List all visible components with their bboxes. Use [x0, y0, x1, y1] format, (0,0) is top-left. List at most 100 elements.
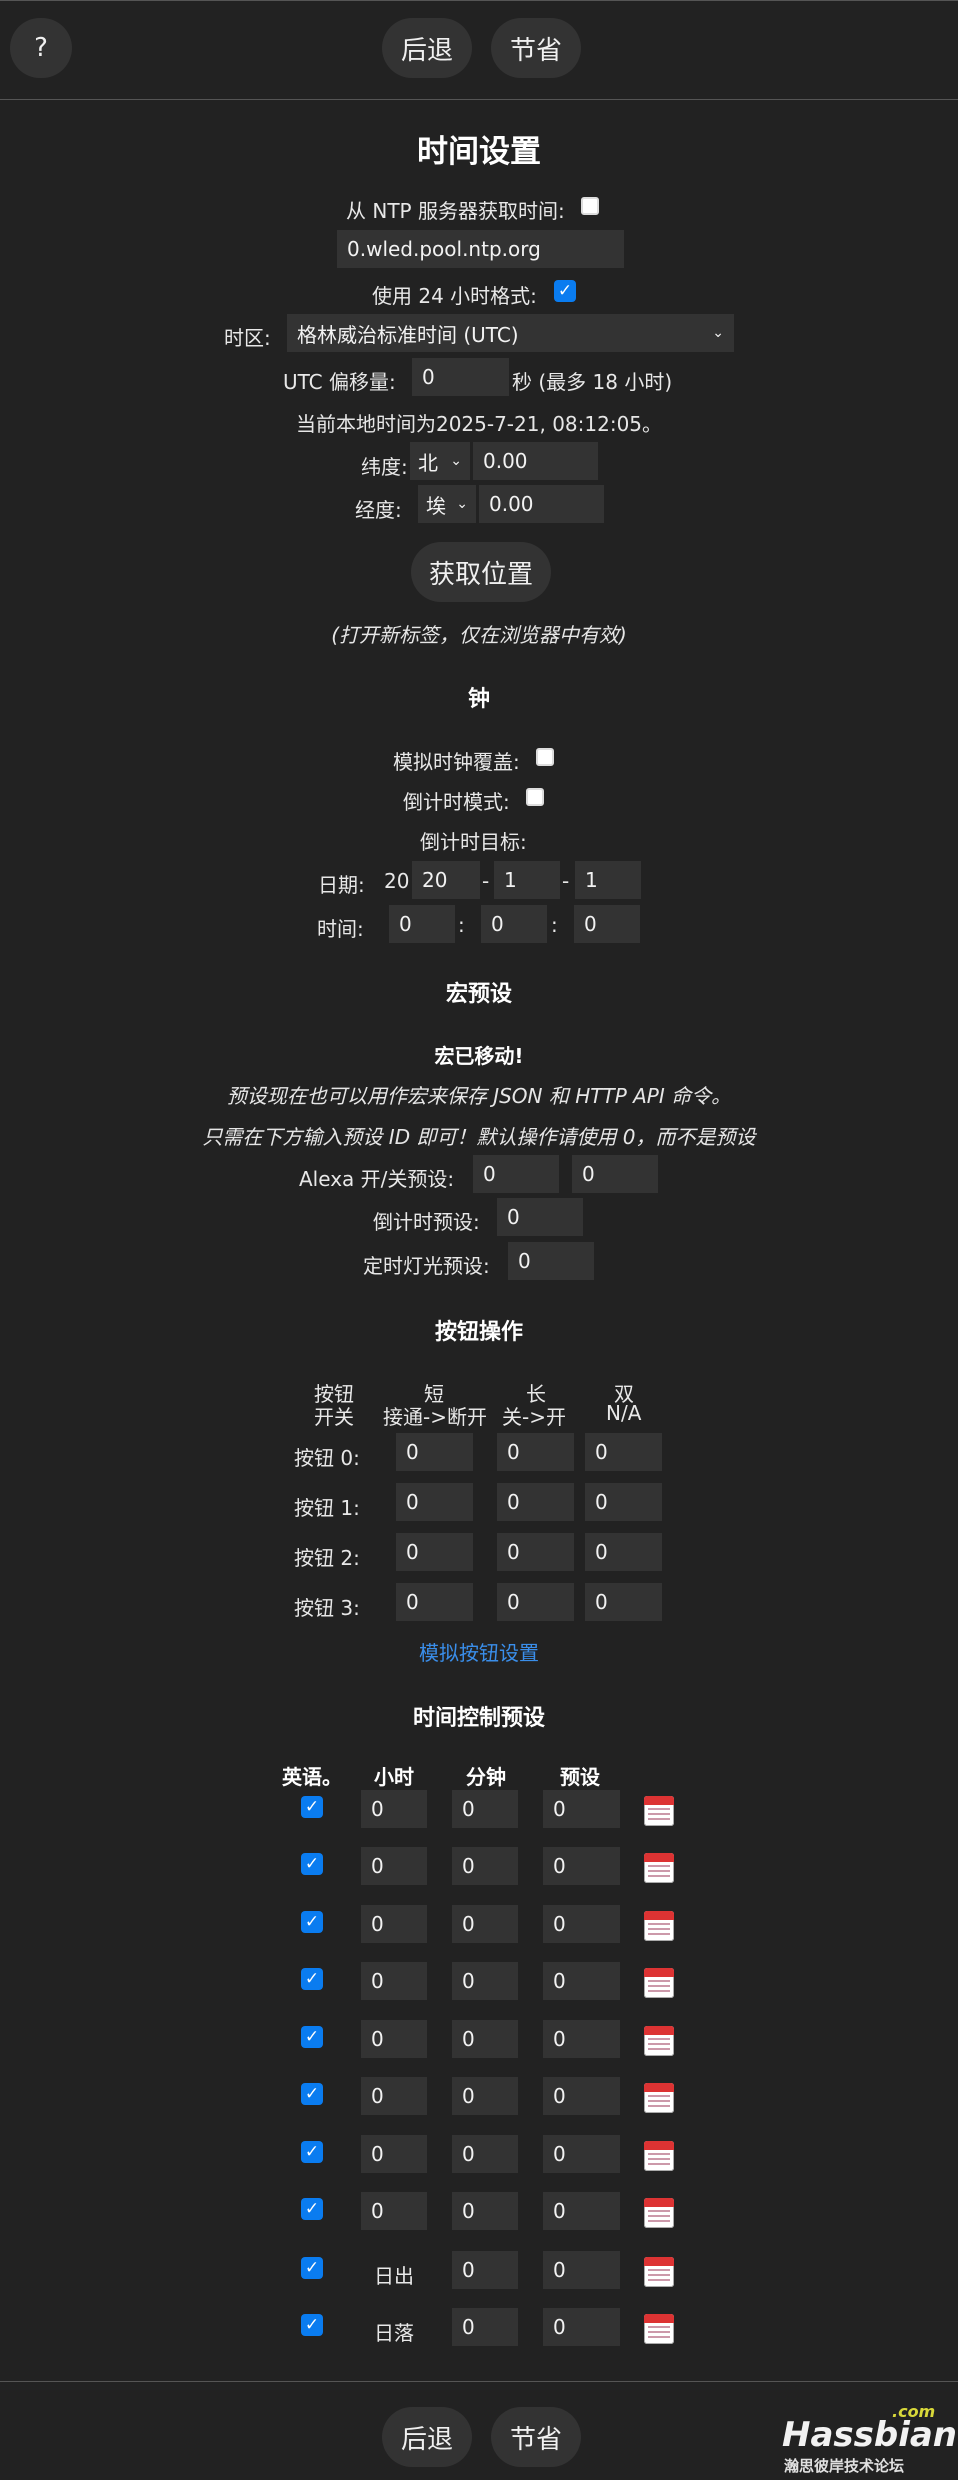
calendar-icon[interactable]	[644, 2141, 674, 2171]
timer-2-preset-input[interactable]: 0	[543, 1905, 620, 1943]
timer-sunset-minute-input[interactable]: 0	[452, 2308, 518, 2346]
calendar-icon[interactable]	[644, 2083, 674, 2113]
alexa-off-preset-input[interactable]: 0	[572, 1155, 658, 1193]
timer-sunrise-enabled-checkbox[interactable]: ✓	[301, 2257, 323, 2279]
analog-overlay-checkbox[interactable]	[536, 748, 554, 766]
timer-4-hour-input[interactable]: 0	[361, 2020, 427, 2058]
calendar-icon[interactable]	[644, 1911, 674, 1941]
timer-sunrise-preset-input[interactable]: 0	[543, 2251, 620, 2289]
get-location-button[interactable]: 获取位置	[411, 542, 551, 602]
timer-6-preset-input[interactable]: 0	[543, 2135, 620, 2173]
calendar-icon[interactable]	[644, 2026, 674, 2056]
timer-4-preset-input[interactable]: 0	[543, 2020, 620, 2058]
save-button[interactable]: 节省	[491, 18, 581, 78]
button-0-short-input[interactable]: 0	[396, 1433, 473, 1471]
button-1-long-input[interactable]: 0	[497, 1483, 574, 1521]
timer-6-enabled-checkbox[interactable]: ✓	[301, 2141, 323, 2163]
timer-0-preset-input[interactable]: 0	[543, 1790, 620, 1828]
analog-button-settings-link[interactable]: 模拟按钮设置	[0, 1637, 958, 1666]
button-2-long-input[interactable]: 0	[497, 1533, 574, 1571]
timer-7-hour-input[interactable]: 0	[361, 2192, 427, 2230]
back-button[interactable]: 后退	[382, 18, 472, 78]
timer-6-hour-input[interactable]: 0	[361, 2135, 427, 2173]
calendar-icon[interactable]	[644, 2198, 674, 2228]
latitude-label: 纬度:	[361, 455, 408, 479]
timer-4-enabled-checkbox[interactable]: ✓	[301, 2026, 323, 2048]
second-input[interactable]: 0	[574, 905, 640, 943]
timer-7-minute-input[interactable]: 0	[452, 2192, 518, 2230]
h24-checkbox[interactable]: ✓	[554, 280, 576, 302]
timer-sunset-enabled-checkbox[interactable]: ✓	[301, 2314, 323, 2336]
calendar-icon[interactable]	[644, 1796, 674, 1826]
day-input[interactable]: 1	[575, 861, 641, 899]
timer-2-enabled-checkbox[interactable]: ✓	[301, 1911, 323, 1933]
timer-4-minute-input[interactable]: 0	[452, 2020, 518, 2058]
button-row-label: 按钮 2:	[294, 1546, 360, 1570]
button-0-double-input[interactable]: 0	[585, 1433, 662, 1471]
timer-1-minute-input[interactable]: 0	[452, 1847, 518, 1885]
macros-moved-text: 宏已移动!	[434, 1044, 524, 1068]
back-button[interactable]: 后退	[382, 2407, 472, 2467]
timer-7-enabled-checkbox[interactable]: ✓	[301, 2198, 323, 2220]
alexa-on-preset-input[interactable]: 0	[473, 1155, 559, 1193]
timer-sunrise-minute-input[interactable]: 0	[452, 2251, 518, 2289]
timer-7-preset-input[interactable]: 0	[543, 2192, 620, 2230]
month-input[interactable]: 1	[494, 861, 560, 899]
timer-1-preset-input[interactable]: 0	[543, 1847, 620, 1885]
timer-2-minute-input[interactable]: 0	[452, 1905, 518, 1943]
button-3-double-input[interactable]: 0	[585, 1583, 662, 1621]
button-3-short-input[interactable]: 0	[396, 1583, 473, 1621]
timer-0-hour-input[interactable]: 0	[361, 1790, 427, 1828]
timer-3-hour-input[interactable]: 0	[361, 1962, 427, 2000]
time-separator: :	[551, 913, 558, 937]
button-2-double-input[interactable]: 0	[585, 1533, 662, 1571]
utc-offset-label: UTC 偏移量:	[283, 370, 396, 394]
timezone-select[interactable]: 格林威治标准时间 (UTC) ⌄	[287, 314, 734, 352]
button-0-long-input[interactable]: 0	[497, 1433, 574, 1471]
ntp-checkbox[interactable]	[581, 197, 599, 215]
year-prefix: 20	[384, 869, 410, 893]
timer-3-minute-input[interactable]: 0	[452, 1962, 518, 2000]
calendar-icon[interactable]	[644, 1853, 674, 1883]
timer-3-preset-input[interactable]: 0	[543, 1962, 620, 2000]
countdown-preset-input[interactable]: 0	[497, 1198, 583, 1236]
latitude-direction-select[interactable]: 北 ⌄	[410, 442, 470, 480]
save-button[interactable]: 节省	[491, 2407, 581, 2467]
button-row-label: 按钮 1:	[294, 1496, 360, 1520]
timed-light-preset-input[interactable]: 0	[508, 1242, 594, 1280]
timer-sunset-preset-input[interactable]: 0	[543, 2308, 620, 2346]
minute-input[interactable]: 0	[481, 905, 547, 943]
help-button[interactable]: ?	[10, 18, 72, 78]
countdown-mode-checkbox[interactable]	[526, 788, 544, 806]
utc-offset-suffix: 秒 (最多 18 小时)	[512, 370, 673, 394]
timer-0-enabled-checkbox[interactable]: ✓	[301, 1796, 323, 1818]
date-label: 日期:	[318, 873, 365, 897]
button-1-short-input[interactable]: 0	[396, 1483, 473, 1521]
calendar-icon[interactable]	[644, 2314, 674, 2344]
timer-6-minute-input[interactable]: 0	[452, 2135, 518, 2173]
year-input[interactable]: 20	[412, 861, 480, 899]
button-2-short-input[interactable]: 0	[396, 1533, 473, 1571]
timer-3-enabled-checkbox[interactable]: ✓	[301, 1968, 323, 1990]
timer-1-enabled-checkbox[interactable]: ✓	[301, 1853, 323, 1875]
hour-input[interactable]: 0	[389, 905, 455, 943]
longitude-direction-select[interactable]: 埃 ⌄	[418, 485, 476, 523]
button-1-double-input[interactable]: 0	[585, 1483, 662, 1521]
calendar-icon[interactable]	[644, 1968, 674, 1998]
timer-0-minute-input[interactable]: 0	[452, 1790, 518, 1828]
chevron-down-icon: ⌄	[450, 453, 462, 469]
ntp-server-input[interactable]: 0.wled.pool.ntp.org	[337, 230, 624, 268]
button-3-long-input[interactable]: 0	[497, 1583, 574, 1621]
longitude-input[interactable]: 0.00	[479, 485, 604, 523]
timer-5-hour-input[interactable]: 0	[361, 2077, 427, 2115]
calendar-icon[interactable]	[644, 2257, 674, 2287]
utc-offset-input[interactable]: 0	[412, 358, 509, 396]
latitude-input[interactable]: 0.00	[473, 442, 598, 480]
countdown-target-label: 倒计时目标:	[420, 830, 527, 854]
timer-2-hour-input[interactable]: 0	[361, 1905, 427, 1943]
timer-5-enabled-checkbox[interactable]: ✓	[301, 2083, 323, 2105]
countdown-preset-label: 倒计时预设:	[373, 1210, 480, 1234]
timer-5-preset-input[interactable]: 0	[543, 2077, 620, 2115]
timer-1-hour-input[interactable]: 0	[361, 1847, 427, 1885]
timer-5-minute-input[interactable]: 0	[452, 2077, 518, 2115]
